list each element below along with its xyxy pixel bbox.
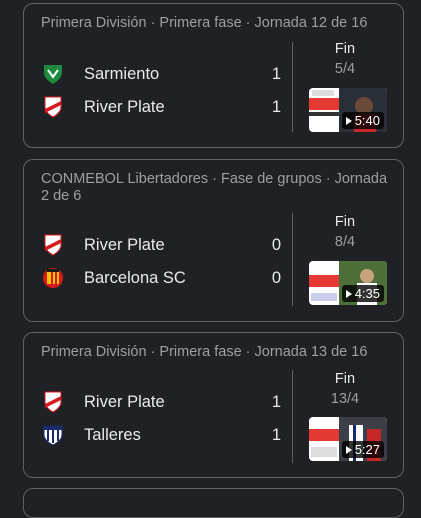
away-team-row[interactable]: River Plate 1 bbox=[41, 95, 281, 119]
video-highlight-thumbnail[interactable]: 4:35 bbox=[309, 261, 387, 305]
team-name: River Plate bbox=[84, 392, 165, 411]
home-team-row[interactable]: River Plate 1 bbox=[41, 390, 281, 414]
home-team-row[interactable]: Sarmiento 1 bbox=[41, 62, 281, 86]
river-plate-crest-icon bbox=[41, 233, 65, 257]
team-name: River Plate bbox=[84, 97, 165, 116]
match-card-partial[interactable] bbox=[23, 488, 404, 518]
video-duration: 5:27 bbox=[341, 441, 384, 458]
team-score: 1 bbox=[271, 97, 281, 116]
divider bbox=[292, 370, 293, 463]
team-score: 0 bbox=[271, 268, 281, 287]
sarmiento-crest-icon bbox=[41, 62, 65, 86]
video-duration: 5:40 bbox=[341, 112, 384, 129]
match-card[interactable]: CONMEBOL Libertadores · Fase de grupos ·… bbox=[23, 159, 404, 322]
match-competition-header: CONMEBOL Libertadores · Fase de grupos ·… bbox=[41, 171, 388, 204]
team-name: Barcelona SC bbox=[84, 268, 186, 287]
video-highlight-thumbnail[interactable]: 5:40 bbox=[309, 88, 387, 132]
duration-label: 4:35 bbox=[354, 286, 380, 301]
match-competition-header: Primera División · Primera fase · Jornad… bbox=[41, 15, 368, 31]
play-icon bbox=[345, 445, 352, 454]
divider bbox=[292, 42, 293, 132]
video-highlight-thumbnail[interactable]: 5:27 bbox=[309, 417, 387, 461]
team-score: 1 bbox=[271, 64, 281, 83]
match-card[interactable]: Primera División · Primera fase · Jornad… bbox=[23, 3, 404, 148]
team-name: Talleres bbox=[84, 425, 141, 444]
team-name: Sarmiento bbox=[84, 64, 160, 83]
team-score: 0 bbox=[271, 235, 281, 254]
team-score: 1 bbox=[271, 425, 281, 444]
duration-label: 5:40 bbox=[354, 113, 380, 128]
match-status: Fin bbox=[334, 371, 356, 387]
river-plate-crest-icon bbox=[41, 95, 65, 119]
match-competition-header: Primera División · Primera fase · Jornad… bbox=[41, 344, 368, 360]
match-date: 5/4 bbox=[334, 61, 356, 77]
duration-label: 5:27 bbox=[354, 442, 380, 457]
barcelona-sc-crest-icon bbox=[41, 266, 65, 290]
match-date: 13/4 bbox=[330, 391, 360, 407]
river-plate-crest-icon bbox=[41, 390, 65, 414]
match-status: Fin bbox=[334, 41, 356, 57]
match-card[interactable]: Primera División · Primera fase · Jornad… bbox=[23, 332, 404, 478]
match-date: 8/4 bbox=[334, 234, 356, 250]
match-status: Fin bbox=[334, 214, 356, 230]
play-icon bbox=[345, 116, 352, 125]
team-score: 1 bbox=[271, 392, 281, 411]
away-team-row[interactable]: Barcelona SC 0 bbox=[41, 266, 281, 290]
team-name: River Plate bbox=[84, 235, 165, 254]
play-icon bbox=[345, 289, 352, 298]
away-team-row[interactable]: Talleres 1 bbox=[41, 423, 281, 447]
video-duration: 4:35 bbox=[341, 285, 384, 302]
divider bbox=[292, 213, 293, 306]
home-team-row[interactable]: River Plate 0 bbox=[41, 233, 281, 257]
talleres-crest-icon bbox=[41, 423, 65, 447]
